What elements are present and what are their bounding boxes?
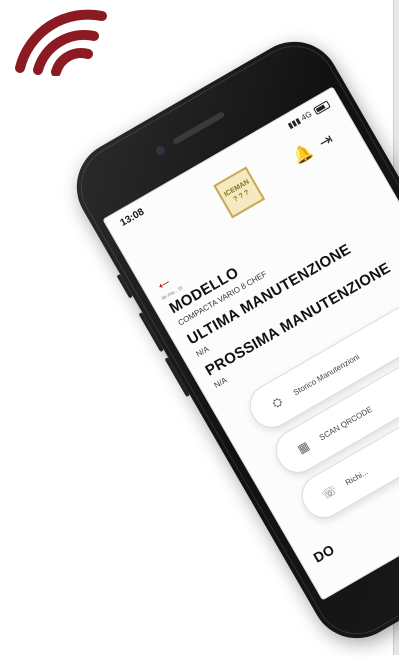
history-icon: ⛭ bbox=[269, 393, 285, 411]
request-button[interactable]: ☏ Richi... bbox=[294, 377, 399, 526]
logo-text: ICEMAN bbox=[223, 178, 251, 199]
last-maintenance-value: N/A bbox=[194, 344, 211, 359]
scan-qrcode-button[interactable]: ▦ SCAN QRCODE bbox=[268, 332, 399, 481]
logo-subtext: ? ? ? bbox=[232, 189, 251, 204]
status-time: 13:08 bbox=[118, 206, 147, 229]
documents-section-label: DO bbox=[310, 541, 338, 566]
request-label: Richi... bbox=[343, 466, 370, 487]
maintenance-history-button[interactable]: ⛭ Storico Manutenzioni bbox=[242, 287, 399, 436]
front-camera bbox=[154, 144, 167, 157]
bell-icon[interactable]: 🔔 bbox=[289, 141, 316, 168]
brand-logo: ICEMAN ? ? ? bbox=[213, 166, 266, 219]
qr-code-icon: ▦ bbox=[294, 438, 312, 457]
maintenance-history-label: Storico Manutenzioni bbox=[291, 351, 361, 397]
request-icon: ☏ bbox=[319, 482, 340, 503]
back-arrow-icon[interactable]: ← bbox=[150, 269, 176, 296]
phone-device: 13:08 ▮▮▮ 4G ICEMAN ? ? ? 🔔 ⇥ ← ite ma..… bbox=[60, 25, 399, 655]
battery-icon bbox=[312, 100, 331, 116]
model-value: COMPACTA VARIO 8 CHEF bbox=[176, 269, 269, 328]
network-label: 4G bbox=[299, 109, 314, 123]
model-label: MODELLO bbox=[166, 263, 242, 318]
volume-down-button bbox=[164, 357, 190, 398]
status-icons: ▮▮▮ 4G bbox=[286, 99, 331, 130]
earpiece-speaker bbox=[171, 110, 226, 146]
app-screen: 13:08 ▮▮▮ 4G ICEMAN ? ? ? 🔔 ⇥ ← ite ma..… bbox=[102, 86, 399, 601]
mute-switch bbox=[116, 273, 133, 299]
last-maintenance-label: ULTIMA MANUTENZIONE bbox=[184, 240, 354, 349]
logout-icon[interactable]: ⇥ bbox=[315, 129, 337, 153]
wifi-icon bbox=[15, 9, 107, 76]
next-maintenance-label: PROSSIMA MANUTENZIONE bbox=[202, 259, 394, 380]
signal-icon: ▮▮▮ bbox=[286, 115, 303, 131]
volume-up-button bbox=[138, 312, 164, 353]
breadcrumb: ite ma... ts bbox=[160, 285, 184, 302]
scan-qrcode-label: SCAN QRCODE bbox=[317, 404, 374, 442]
next-maintenance-value: N/A bbox=[212, 375, 229, 390]
